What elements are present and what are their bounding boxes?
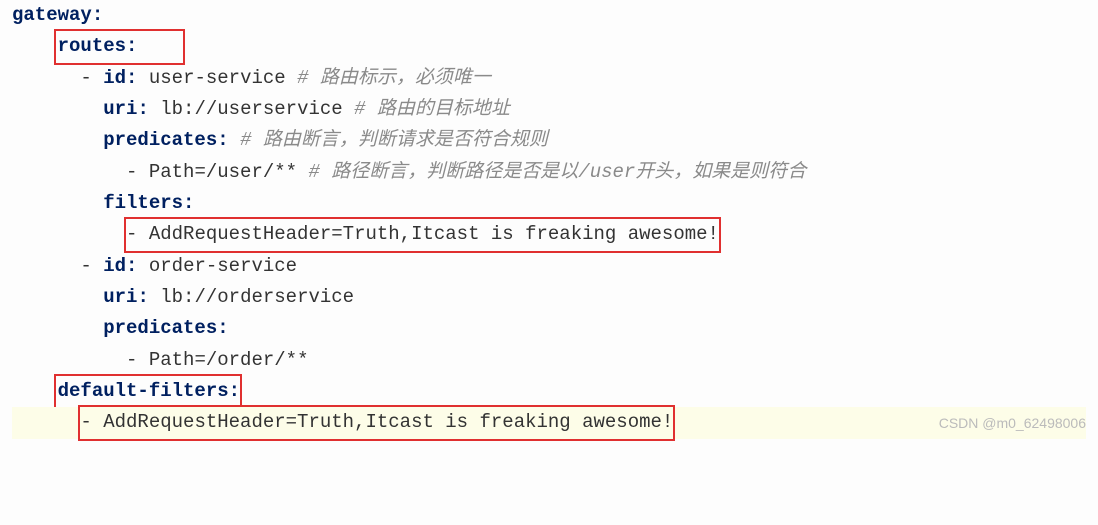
- code-line: filters:: [12, 188, 1086, 219]
- code-line: predicates: # 路由断言，判断请求是否符合规则: [12, 125, 1086, 156]
- code-block: gateway: routes: - id: user-service # 路由…: [0, 0, 1098, 439]
- yaml-value: order-service: [149, 255, 297, 277]
- yaml-value: lb://userservice: [160, 98, 342, 120]
- yaml-value: - AddRequestHeader=Truth,Itcast is freak…: [80, 411, 673, 433]
- code-line: gateway:: [12, 0, 1086, 31]
- code-line: routes:: [12, 31, 1086, 62]
- yaml-comment: # 路径断言，判断路径是否是以/user开头，如果是则符合: [308, 161, 806, 183]
- watermark: CSDN @m0_62498006: [939, 412, 1086, 435]
- code-line: - Path=/order/**: [12, 345, 1086, 376]
- yaml-value: Path=/user/**: [149, 161, 297, 183]
- code-line: uri: lb://orderservice: [12, 282, 1086, 313]
- yaml-key: routes: [58, 35, 126, 57]
- yaml-key: filters: [103, 192, 183, 214]
- yaml-key: predicates: [103, 129, 217, 151]
- yaml-comment: # 路由的目标地址: [354, 98, 510, 120]
- yaml-key: id: [103, 67, 126, 89]
- yaml-key: default-filters: [58, 380, 229, 402]
- yaml-key: gateway: [12, 4, 92, 26]
- code-line: - id: order-service: [12, 251, 1086, 282]
- yaml-key: uri: [103, 98, 137, 120]
- yaml-value: user-service: [149, 67, 286, 89]
- yaml-value: - AddRequestHeader=Truth,Itcast is freak…: [126, 223, 719, 245]
- code-line: - AddRequestHeader=Truth,Itcast is freak…: [12, 407, 1086, 438]
- code-line: predicates:: [12, 313, 1086, 344]
- code-line: - Path=/user/** # 路径断言，判断路径是否是以/user开头，如…: [12, 157, 1086, 188]
- colon: :: [126, 35, 137, 57]
- colon: :: [92, 4, 103, 26]
- yaml-comment: # 路由标示，必须唯一: [297, 67, 491, 89]
- yaml-value: lb://orderservice: [160, 286, 354, 308]
- yaml-value: Path=/order/**: [149, 349, 309, 371]
- code-line: - AddRequestHeader=Truth,Itcast is freak…: [12, 219, 1086, 250]
- yaml-key: id: [103, 255, 126, 277]
- code-line: uri: lb://userservice # 路由的目标地址: [12, 94, 1086, 125]
- code-line: default-filters:: [12, 376, 1086, 407]
- code-line: - id: user-service # 路由标示，必须唯一: [12, 63, 1086, 94]
- yaml-comment: # 路由断言，判断请求是否符合规则: [240, 129, 548, 151]
- yaml-key: uri: [103, 286, 137, 308]
- yaml-key: predicates: [103, 317, 217, 339]
